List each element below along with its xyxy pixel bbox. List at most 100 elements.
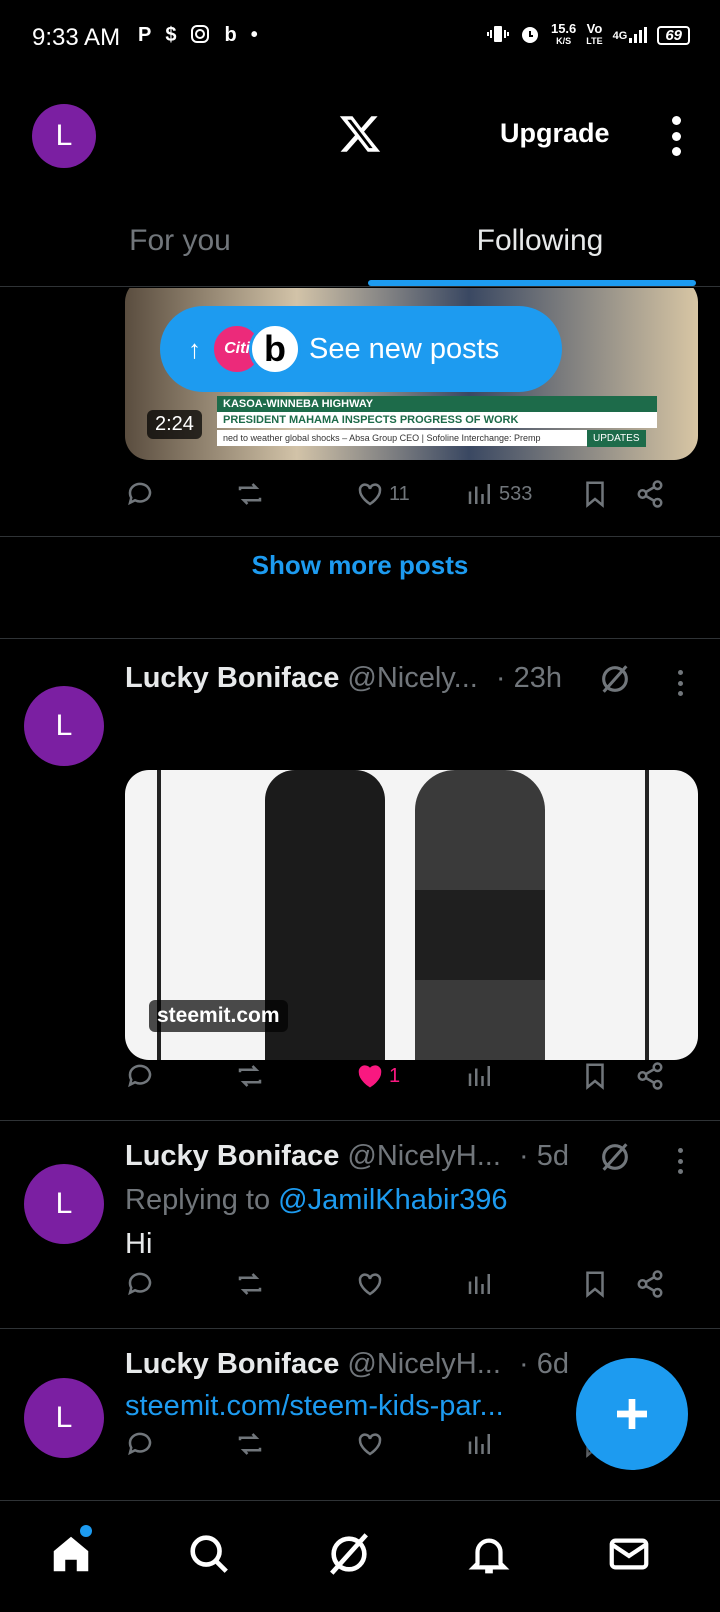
bookmark-button[interactable] bbox=[580, 1056, 610, 1096]
repost-button[interactable] bbox=[235, 1056, 265, 1096]
grok-icon bbox=[330, 1533, 368, 1575]
repost-icon bbox=[238, 1433, 262, 1455]
nav-home[interactable] bbox=[48, 1525, 96, 1579]
post-author-avatar[interactable]: L bbox=[24, 1164, 104, 1244]
upgrade-button[interactable]: Upgrade bbox=[500, 118, 610, 149]
post-divider bbox=[0, 536, 720, 537]
repost-button[interactable] bbox=[235, 1424, 265, 1464]
author-handle: @NicelyH... bbox=[347, 1348, 501, 1380]
show-more-posts-button[interactable]: Show more posts bbox=[0, 550, 720, 581]
share-button[interactable] bbox=[635, 474, 665, 514]
network-speed: 15.6 K/S bbox=[550, 21, 577, 46]
repost-icon bbox=[238, 483, 262, 505]
repost-icon bbox=[238, 1273, 262, 1295]
home-icon bbox=[53, 1536, 89, 1572]
reply-icon bbox=[128, 1432, 152, 1456]
reply-icon bbox=[128, 1272, 152, 1296]
grok-icon[interactable] bbox=[598, 662, 632, 696]
x-logo-icon bbox=[338, 112, 382, 156]
bookmark-button[interactable] bbox=[580, 1264, 610, 1304]
views-icon bbox=[468, 1434, 490, 1454]
reply-button[interactable] bbox=[125, 1056, 155, 1096]
share-button[interactable] bbox=[635, 1056, 665, 1096]
vibrate-icon bbox=[486, 23, 509, 47]
replying-to-label: Replying to bbox=[125, 1184, 271, 1216]
author-name[interactable]: Lucky Boniface bbox=[125, 1140, 339, 1172]
post-text: Hi bbox=[125, 1228, 153, 1260]
views-button[interactable] bbox=[465, 1056, 495, 1096]
news-lower-third: KASOA-WINNEBA HIGHWAY PRESIDENT MAHAMA I… bbox=[217, 396, 675, 447]
views-icon bbox=[468, 1066, 490, 1086]
post-link[interactable]: steemit.com/steem-kids-par... bbox=[125, 1390, 504, 1423]
post-time: · 6d bbox=[518, 1348, 569, 1380]
post-image[interactable]: steemit.com bbox=[125, 770, 698, 1060]
post-more-icon[interactable] bbox=[676, 1148, 684, 1174]
more-options-icon[interactable] bbox=[664, 116, 688, 156]
image-frame bbox=[645, 770, 649, 1060]
lower-third-ticker: ned to weather global shocks – Absa Grou… bbox=[217, 430, 587, 446]
p-app-icon: P bbox=[138, 24, 152, 46]
post-header: Lucky Boniface @NicelyH... · 5d bbox=[125, 1140, 569, 1173]
profile-avatar-button[interactable]: L bbox=[32, 104, 96, 168]
post-actions: 11 533 bbox=[125, 474, 685, 514]
share-icon bbox=[637, 1270, 663, 1298]
reply-button[interactable] bbox=[125, 1264, 155, 1304]
like-count: 1 bbox=[389, 1064, 401, 1087]
heart-icon bbox=[358, 1273, 382, 1296]
post-actions bbox=[125, 1264, 685, 1304]
author-handle: @NicelyH... bbox=[347, 1140, 501, 1172]
nav-messages[interactable] bbox=[606, 1531, 654, 1579]
share-button[interactable] bbox=[635, 1264, 665, 1304]
link-source-chip: steemit.com bbox=[149, 1000, 288, 1032]
post-time: · 5d bbox=[518, 1140, 569, 1172]
replying-to-line: Replying to @JamilKhabir396 bbox=[125, 1184, 507, 1217]
author-handle: @Nicely... bbox=[347, 662, 478, 694]
author-name[interactable]: Lucky Boniface bbox=[125, 662, 339, 694]
like-button[interactable]: 1 bbox=[355, 1056, 400, 1096]
search-icon bbox=[190, 1535, 228, 1573]
like-button[interactable]: 11 bbox=[355, 474, 410, 514]
status-bar: 9:33 AM P $ b • 15.6 K/S Vo LTE 4G 69 bbox=[0, 0, 720, 80]
author-name[interactable]: Lucky Boniface bbox=[125, 1348, 339, 1380]
post-author-avatar[interactable]: L bbox=[24, 686, 104, 766]
post-time: · 23h bbox=[495, 662, 562, 694]
tab-following[interactable]: Following bbox=[360, 205, 720, 286]
see-new-posts-button[interactable]: ↑ Citi b See new posts bbox=[160, 306, 562, 392]
repost-button[interactable] bbox=[235, 1264, 265, 1304]
notifications-icon bbox=[468, 1538, 510, 1574]
reply-button[interactable] bbox=[125, 1424, 155, 1464]
views-icon bbox=[468, 1274, 490, 1294]
like-button[interactable] bbox=[355, 1264, 385, 1304]
post-divider bbox=[0, 1328, 720, 1329]
bookmark-button[interactable] bbox=[580, 474, 610, 514]
grok-icon[interactable] bbox=[598, 1140, 632, 1174]
messages-icon bbox=[609, 1538, 649, 1570]
repost-button[interactable] bbox=[235, 474, 265, 514]
bookmark-icon bbox=[586, 1271, 604, 1298]
timeline-feed[interactable]: KASOA-WINNEBA HIGHWAY PRESIDENT MAHAMA I… bbox=[0, 288, 720, 1500]
post-header: Lucky Boniface @NicelyH... · 6d bbox=[125, 1348, 569, 1381]
system-indicators: 15.6 K/S Vo LTE 4G 69 bbox=[486, 21, 690, 48]
share-icon bbox=[637, 1062, 663, 1090]
mention-link[interactable]: @JamilKhabir396 bbox=[278, 1184, 507, 1216]
tab-for-you[interactable]: For you bbox=[0, 205, 360, 286]
like-button[interactable] bbox=[355, 1424, 385, 1464]
post-more-icon[interactable] bbox=[676, 670, 684, 696]
post-header: Lucky Boniface @Nicely... · 23h bbox=[125, 662, 562, 695]
views-button[interactable] bbox=[465, 1424, 495, 1464]
nav-notifications[interactable] bbox=[466, 1531, 514, 1579]
nav-grok[interactable] bbox=[326, 1531, 374, 1579]
plus-icon bbox=[617, 1399, 647, 1429]
views-button[interactable]: 533 bbox=[465, 474, 532, 514]
status-time: 9:33 AM bbox=[32, 24, 121, 51]
post-divider bbox=[0, 1120, 720, 1121]
repost-icon bbox=[238, 1065, 262, 1087]
compose-post-button[interactable] bbox=[576, 1358, 688, 1470]
views-button[interactable] bbox=[465, 1264, 495, 1304]
views-icon bbox=[468, 484, 490, 504]
view-count: 533 bbox=[499, 482, 533, 505]
reply-button[interactable] bbox=[125, 474, 155, 514]
post-author-avatar[interactable]: L bbox=[24, 1378, 104, 1458]
bottom-navigation bbox=[0, 1500, 720, 1612]
nav-search[interactable] bbox=[186, 1531, 234, 1579]
